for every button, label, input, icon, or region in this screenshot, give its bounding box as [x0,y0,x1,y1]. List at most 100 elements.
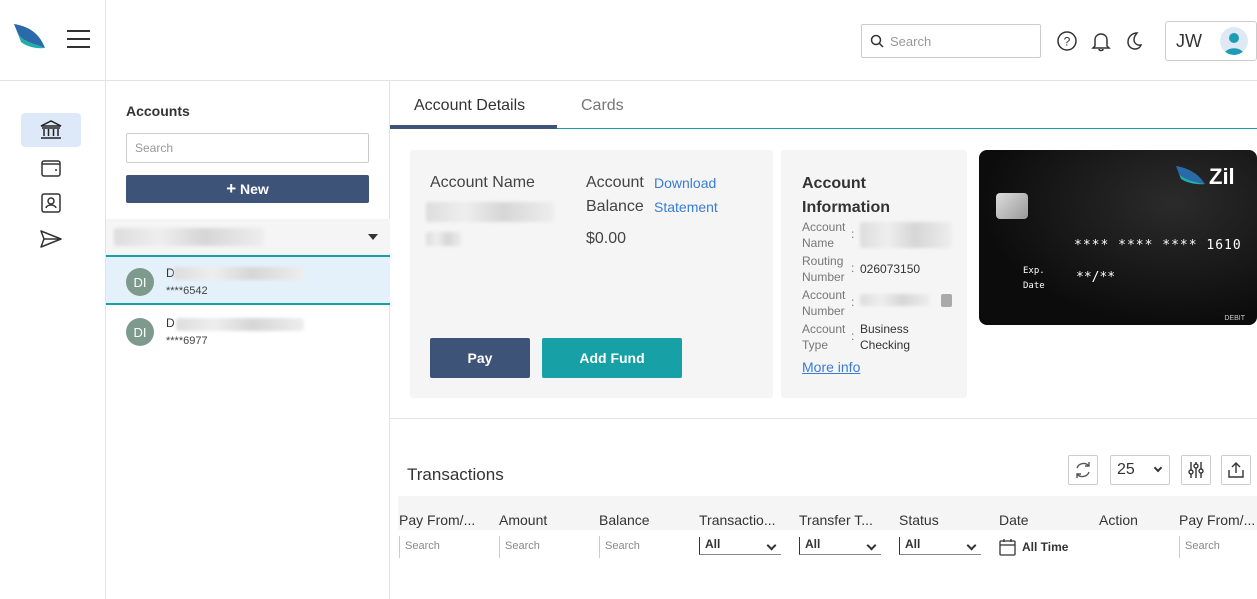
date-filter[interactable]: All Time [999,537,1068,557]
redacted-group-name [114,228,264,246]
column-header[interactable]: Status [899,512,984,528]
account-list-item[interactable]: DI D ****6542 [106,255,390,305]
global-search-input[interactable] [890,33,1030,49]
copy-icon[interactable] [941,294,952,307]
column-filter-input[interactable]: Search [599,536,681,558]
left-nav-rail [0,81,106,599]
column-header[interactable]: Pay From/... [1179,512,1257,528]
account-group-header[interactable] [106,219,390,255]
nav-send[interactable] [21,222,81,256]
help-icon[interactable]: ? [1056,30,1078,52]
export-button[interactable] [1221,455,1251,485]
add-fund-button[interactable]: Add Fund [542,338,682,378]
page-size-select[interactable]: 25 [1110,455,1170,485]
column-header[interactable]: Balance [599,512,684,528]
send-icon [40,230,62,248]
account-number: ****6977 [166,335,208,347]
info-key-account-number: Account Number [802,288,846,318]
user-avatar-icon [1224,33,1244,55]
plus-icon: + [226,179,237,198]
balance-value: $0.00 [586,230,627,247]
column-header: Action [1099,512,1138,528]
wallet-icon [41,160,61,177]
redacted-account-name [174,267,304,280]
card-exp-label: Exp. Date [1023,266,1045,291]
new-account-label: New [240,181,269,197]
calendar-icon [999,539,1016,556]
global-search[interactable] [861,24,1041,58]
bell-icon[interactable] [1090,30,1112,52]
redacted-account-name-value-2 [426,232,462,246]
redacted-account-name [176,318,304,331]
detail-tabs: Account Details Cards [390,81,1257,129]
redacted-account-number [860,294,930,306]
account-number: ****6542 [166,285,208,297]
new-account-button[interactable]: + New [126,175,369,203]
balance-label-1: Account [586,174,644,191]
menu-icon[interactable] [67,30,90,50]
download-statement-link[interactable]: Download [654,175,716,191]
tab-cards[interactable]: Cards [581,97,624,115]
info-key-account-type: Account Type [802,322,846,352]
download-statement-link-2[interactable]: Statement [654,199,718,215]
more-info-link[interactable]: More info [802,359,860,375]
account-name-label: Account Name [430,174,535,191]
refresh-button[interactable] [1068,455,1098,485]
account-information-title: Account Information [802,175,890,216]
column-filter-input[interactable]: Search [399,536,481,558]
info-separator: : [851,329,855,343]
account-list-item[interactable]: DI D ****6977 [106,307,390,357]
column-header[interactable]: Transactio... [699,512,784,528]
column-header[interactable]: Transfer T... [799,512,884,528]
card-brand: Zil [1209,164,1235,189]
nav-wallet[interactable] [21,151,81,185]
bank-icon [40,120,62,139]
section-divider [390,418,1257,419]
column-header[interactable]: Date [999,512,1084,528]
svg-text:?: ? [1064,35,1071,49]
account-name: D [166,316,175,330]
avatar [1220,27,1248,55]
page-size-value: 25 [1117,461,1135,478]
nav-accounts[interactable] [21,113,81,147]
top-bar: ? JW [0,0,1257,81]
active-tab-indicator [390,125,557,129]
contact-card-icon [41,193,61,213]
card-logo-icon [1176,166,1205,185]
column-header[interactable]: Pay From/... [399,512,484,528]
refresh-icon [1076,462,1090,478]
date-filter-value: All Time [1022,540,1069,554]
dark-mode-icon[interactable] [1123,30,1145,52]
card-number: **** **** **** 1610 [1074,238,1242,253]
column-filter-input[interactable]: Search [499,536,581,558]
user-initials: JW [1176,30,1202,51]
tab-account-details[interactable]: Account Details [414,97,525,115]
redacted-account-name-value [426,202,554,222]
column-settings-button[interactable] [1181,455,1211,485]
logo-cell [0,0,106,81]
info-key-account-name: Account Name [802,220,846,250]
user-menu[interactable]: JW [1165,21,1257,61]
accounts-panel: Accounts + New DI D ****6542 DI D ****69… [106,81,390,599]
caret-down-icon[interactable] [368,234,378,240]
account-avatar: DI [126,318,154,346]
search-icon [870,34,884,48]
card-chip-icon [996,193,1028,219]
sliders-icon [1188,462,1204,478]
pay-button[interactable]: Pay [430,338,530,378]
column-filter-select[interactable]: All [699,537,781,555]
card-exp-value: **/** [1076,270,1116,285]
app-logo-icon[interactable] [13,22,47,52]
balance-label-2: Balance [586,198,644,215]
column-header[interactable]: Amount [499,512,584,528]
column-filter-select[interactable]: All [899,537,981,555]
info-key-routing-number: Routing Number [802,254,845,284]
debit-card[interactable]: Zil **** **** **** 1610 Exp. Date **/** D… [979,150,1257,325]
column-filter-select[interactable]: All [799,537,881,555]
info-separator: : [851,227,855,241]
accounts-search-input[interactable] [126,133,369,163]
routing-number-value: 026073150 [860,262,921,276]
column-filter-input[interactable]: Search [1179,536,1257,558]
chevron-down-icon [1153,463,1163,473]
nav-contacts[interactable] [21,186,81,220]
